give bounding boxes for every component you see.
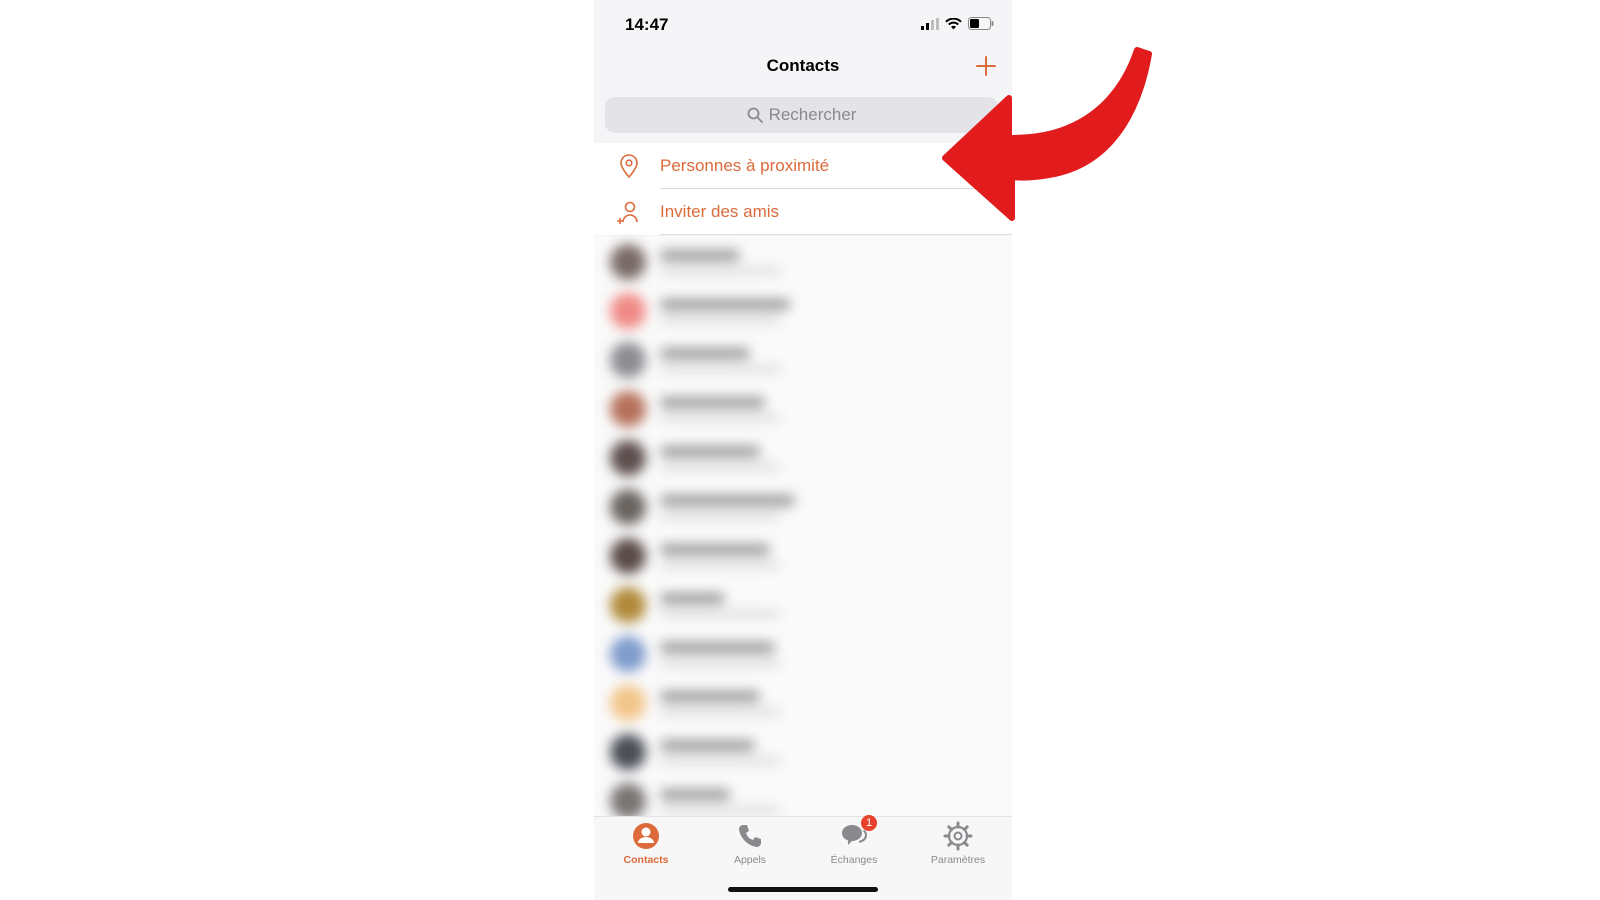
list-item[interactable] bbox=[594, 481, 1012, 530]
add-person-icon bbox=[617, 201, 638, 224]
signal-icon bbox=[921, 17, 939, 30]
contacts-list bbox=[594, 236, 1012, 820]
tab-settings[interactable]: Paramètres bbox=[906, 821, 1010, 877]
red-curved-arrow-icon bbox=[942, 47, 1152, 221]
list-item[interactable] bbox=[594, 236, 1012, 285]
divider bbox=[660, 234, 1012, 235]
wifi-icon bbox=[945, 17, 962, 29]
list-item[interactable] bbox=[594, 432, 1012, 481]
location-pin-icon bbox=[620, 154, 638, 179]
list-item[interactable] bbox=[594, 579, 1012, 628]
status-time: 14:47 bbox=[625, 15, 669, 34]
tab-calls-label: Appels bbox=[733, 854, 767, 866]
list-item[interactable] bbox=[594, 530, 1012, 579]
person-circle-icon bbox=[633, 823, 659, 849]
list-item[interactable] bbox=[594, 285, 1012, 334]
search-placeholder: Rechercher bbox=[768, 105, 857, 124]
tab-contacts-label: Contacts bbox=[623, 854, 669, 866]
tab-exchanges[interactable]: 1 Échanges bbox=[802, 815, 906, 877]
gear-icon bbox=[943, 821, 973, 851]
list-item[interactable] bbox=[594, 334, 1012, 383]
nearby-people-label: Personnes à proximité bbox=[660, 156, 830, 175]
list-item[interactable] bbox=[594, 726, 1012, 775]
battery-icon bbox=[968, 17, 994, 30]
list-item[interactable] bbox=[594, 383, 1012, 432]
phone-icon bbox=[739, 825, 761, 847]
tab-calls[interactable]: Appels bbox=[698, 821, 802, 877]
list-item[interactable] bbox=[594, 628, 1012, 677]
unread-badge: 1 bbox=[861, 815, 877, 831]
list-item[interactable] bbox=[594, 677, 1012, 726]
tab-bar: Contacts Appels 1 Échanges Paramètres bbox=[594, 815, 1012, 900]
status-bar: 14:47 bbox=[594, 0, 1012, 46]
tab-settings-label: Paramètres bbox=[930, 854, 986, 866]
tab-exchanges-label: Échanges bbox=[830, 854, 878, 866]
home-indicator bbox=[728, 887, 878, 892]
search-icon bbox=[747, 107, 763, 123]
status-icons bbox=[921, 17, 994, 30]
chat-bubbles-icon: 1 bbox=[839, 815, 877, 851]
tab-contacts[interactable]: Contacts bbox=[594, 821, 698, 877]
invite-friends-label: Inviter des amis bbox=[660, 202, 780, 221]
